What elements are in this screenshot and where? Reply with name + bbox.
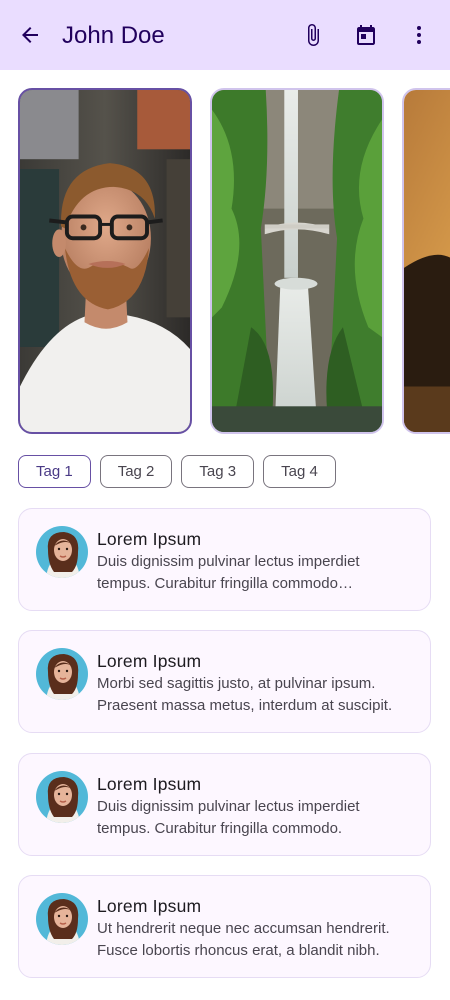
portrait-photo bbox=[20, 90, 190, 432]
tag-chip-4[interactable]: Tag 4 bbox=[263, 455, 336, 488]
sunset-photo bbox=[404, 90, 450, 432]
avatar bbox=[36, 771, 88, 823]
list-item-title: Lorem Ipsum bbox=[97, 896, 202, 916]
avatar bbox=[36, 893, 88, 945]
back-button[interactable] bbox=[14, 19, 46, 51]
top-app-bar: John Doe bbox=[0, 0, 450, 70]
calendar-button[interactable] bbox=[350, 19, 382, 51]
tag-chip-group: Tag 1 Tag 2 Tag 3 Tag 4 bbox=[18, 455, 336, 490]
avatar-photo bbox=[36, 648, 88, 700]
list-item-text: Ut hendrerit neque nec accumsan hendreri… bbox=[97, 920, 390, 959]
avatar bbox=[36, 648, 88, 700]
avatar-photo bbox=[36, 893, 88, 945]
list-item[interactable]: Lorem Ipsum Ut hendrerit neque nec accum… bbox=[18, 875, 431, 978]
list-item[interactable]: Lorem Ipsum Duis dignissim pulvinar lect… bbox=[18, 753, 431, 856]
image-carousel[interactable] bbox=[0, 88, 450, 438]
more-options-button[interactable] bbox=[403, 19, 435, 51]
more-vert-icon bbox=[417, 26, 421, 44]
list-item-title: Lorem Ipsum bbox=[97, 651, 202, 671]
attachment-icon bbox=[308, 24, 319, 46]
carousel-item-waterfall[interactable] bbox=[210, 88, 384, 434]
attach-button[interactable] bbox=[297, 19, 329, 51]
arrow-back-icon bbox=[22, 27, 38, 43]
avatar-photo bbox=[36, 526, 88, 578]
tag-chip-3[interactable]: Tag 3 bbox=[181, 455, 255, 488]
avatar-photo bbox=[36, 771, 88, 823]
calendar-icon bbox=[357, 25, 375, 45]
list-item[interactable]: Lorem Ipsum Duis dignissim pulvinar lect… bbox=[18, 508, 431, 611]
tag-chip-1[interactable]: Tag 1 bbox=[18, 455, 91, 488]
list-item-text: Duis dignissim pulvinar lectus imperdiet… bbox=[97, 798, 360, 837]
list-item-title: Lorem Ipsum bbox=[97, 529, 202, 549]
list-item-text: Duis dignissim pulvinar lectus imperdiet… bbox=[97, 553, 360, 592]
carousel-item-portrait[interactable] bbox=[18, 88, 192, 434]
list-item-title: Lorem Ipsum bbox=[97, 774, 202, 794]
avatar bbox=[36, 526, 88, 578]
list-item-text: Morbi sed sagittis justo, at pulvinar ip… bbox=[97, 675, 393, 714]
tag-chip-2[interactable]: Tag 2 bbox=[99, 455, 173, 488]
app-bar-title: John Doe bbox=[62, 22, 165, 49]
waterfall-photo bbox=[212, 90, 382, 432]
list-item[interactable]: Lorem Ipsum Morbi sed sagittis justo, at… bbox=[18, 630, 431, 733]
carousel-item-sunset[interactable] bbox=[402, 88, 450, 434]
